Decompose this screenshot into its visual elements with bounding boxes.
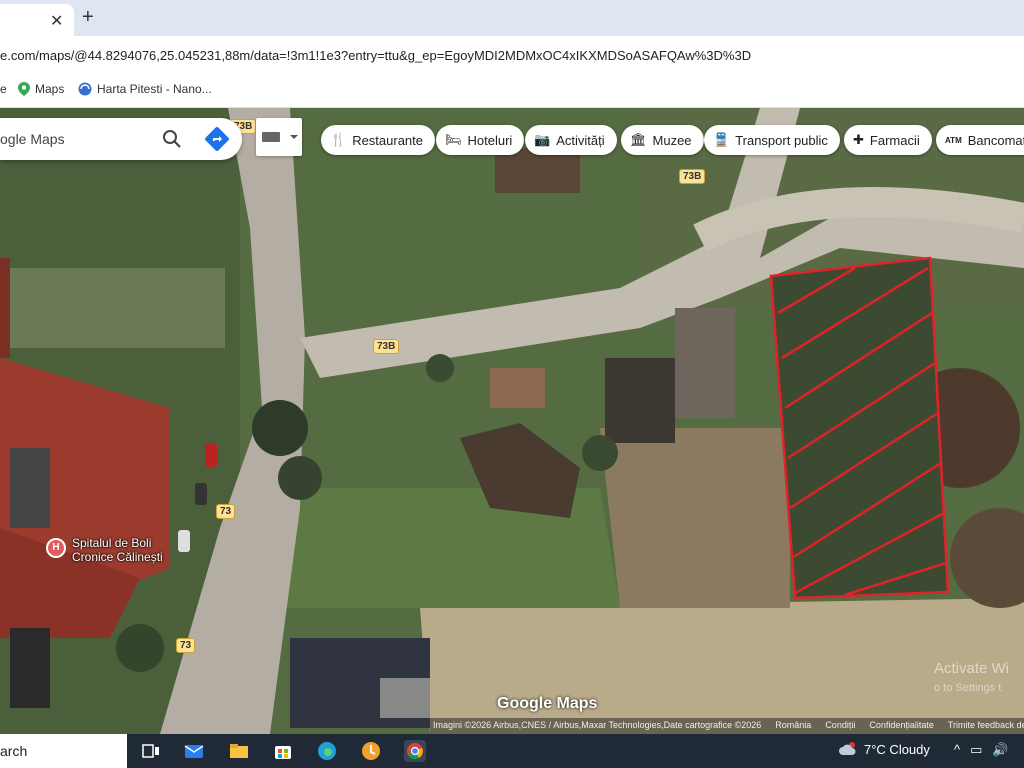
- tray-volume-icon[interactable]: 🔊: [992, 742, 1008, 758]
- activate-windows-watermark: Activate Wi: [934, 660, 1010, 677]
- weather-widget[interactable]: 7°C Cloudy: [838, 741, 930, 757]
- layers-dropdown-button[interactable]: [256, 118, 302, 156]
- feedback-link[interactable]: Trimite feedback des: [948, 720, 1024, 732]
- chip-activitati[interactable]: 📷 Activități: [525, 125, 617, 155]
- vpn-app-icon[interactable]: [360, 740, 382, 762]
- bookmark-site-icon: [78, 82, 92, 96]
- atm-icon: ATM: [945, 135, 962, 145]
- search-icon[interactable]: [162, 129, 182, 149]
- route-label: 73: [176, 638, 196, 653]
- address-bar[interactable]: e.com/maps/@44.8294076,25.045231,88m/dat…: [0, 36, 1024, 76]
- chip-farmacii[interactable]: ✚ Farmacii: [844, 125, 932, 155]
- edge-icon[interactable]: [316, 740, 338, 762]
- chip-label: Restaurante: [352, 132, 424, 148]
- file-explorer-icon[interactable]: [228, 740, 250, 762]
- satellite-map[interactable]: 73B 73B 73B 73 73: [0, 108, 1024, 734]
- search-input[interactable]: ogle Maps: [0, 131, 65, 147]
- chip-label: Farmacii: [869, 132, 920, 148]
- bookmark-partial[interactable]: e: [0, 82, 7, 96]
- country-link[interactable]: România: [775, 720, 811, 732]
- cloud-icon: [839, 742, 856, 755]
- chip-restaurante[interactable]: 🍴 Restaurante: [321, 125, 436, 155]
- bookmark-label: Maps: [35, 82, 65, 96]
- restaurant-icon: 🍴: [330, 132, 347, 147]
- hospital-pin-icon[interactable]: H: [46, 538, 66, 558]
- google-maps-logo: Google Maps: [497, 695, 598, 712]
- system-tray: ^ ▭ 🔊: [954, 742, 1009, 758]
- keyboard-icon: [262, 132, 298, 142]
- museum-icon: 🏛: [630, 132, 647, 147]
- store-icon[interactable]: [272, 740, 294, 762]
- map-attribution: Imagini ©2026 Airbus,CNES / Airbus,Maxar…: [430, 718, 1024, 734]
- tray-chevron-icon[interactable]: ^: [954, 742, 960, 758]
- url-text[interactable]: e.com/maps/@44.8294076,25.045231,88m/dat…: [0, 48, 751, 63]
- poi-name-line1: Spitalul de Boli: [72, 536, 152, 550]
- windows-taskbar: arch 7°C Cloudy ^ ▭ 🔊: [0, 734, 1024, 768]
- screen: ✕ + e.com/maps/@44.8294076,25.045231,88m…: [0, 0, 1024, 768]
- bookmark-label: e: [0, 82, 7, 96]
- chip-label: Activități: [556, 132, 605, 148]
- maps-pin-icon: [18, 82, 30, 96]
- chrome-icon[interactable]: [404, 740, 426, 762]
- new-tab-button[interactable]: +: [82, 6, 94, 29]
- tray-display-icon[interactable]: ▭: [970, 742, 982, 758]
- chip-label: Muzee: [652, 132, 692, 148]
- satellite-imagery: [0, 108, 1024, 734]
- weather-text: 7°C Cloudy: [864, 741, 930, 757]
- chip-label: Bancomat: [967, 132, 1024, 148]
- terms-link[interactable]: Condiții: [825, 720, 855, 732]
- chip-label: Transport public: [735, 132, 828, 148]
- bookmarks-bar: e Maps Harta Pitesti - Nano...: [0, 76, 1024, 108]
- privacy-link[interactable]: Confidențialitate: [869, 720, 934, 732]
- close-tab-icon[interactable]: ✕: [50, 11, 63, 31]
- tab-bar: ✕ +: [0, 0, 1024, 36]
- chip-muzee[interactable]: 🏛 Muzee: [621, 125, 704, 155]
- chip-label: Hoteluri: [467, 132, 513, 148]
- directions-icon[interactable]: [204, 126, 230, 152]
- bookmark-maps[interactable]: Maps: [18, 82, 64, 96]
- browser-tab[interactable]: ✕: [0, 4, 74, 36]
- train-icon: 🚆: [713, 132, 730, 147]
- camera-icon: 📷: [534, 132, 551, 147]
- chip-bancomat[interactable]: ATM Bancomat: [936, 125, 1024, 155]
- chip-hoteluri[interactable]: 🛏 Hoteluri: [436, 125, 525, 155]
- bookmark-harta-pitesti[interactable]: Harta Pitesti - Nano...: [78, 82, 212, 96]
- bookmark-label: Harta Pitesti - Nano...: [97, 82, 212, 96]
- pharmacy-icon: ✚: [853, 132, 864, 147]
- route-label: 73B: [679, 169, 706, 184]
- route-label: 73: [216, 504, 236, 519]
- route-label: 73B: [373, 339, 400, 354]
- activate-windows-subtext: o to Settings t: [934, 682, 1002, 694]
- map-search-box[interactable]: ogle Maps: [0, 118, 242, 160]
- poi-name-line2: Cronice Călinești: [72, 550, 163, 564]
- task-view-icon[interactable]: [140, 740, 162, 762]
- taskbar-search[interactable]: arch: [0, 734, 127, 768]
- chip-transport-public[interactable]: 🚆 Transport public: [704, 125, 840, 155]
- poi-label[interactable]: Spitalul de Boli Cronice Călinești: [72, 536, 163, 564]
- mail-icon[interactable]: [183, 740, 205, 762]
- imagery-credit: Imagini ©2026 Airbus,CNES / Airbus,Maxar…: [433, 720, 762, 730]
- hotel-icon: 🛏: [445, 132, 462, 147]
